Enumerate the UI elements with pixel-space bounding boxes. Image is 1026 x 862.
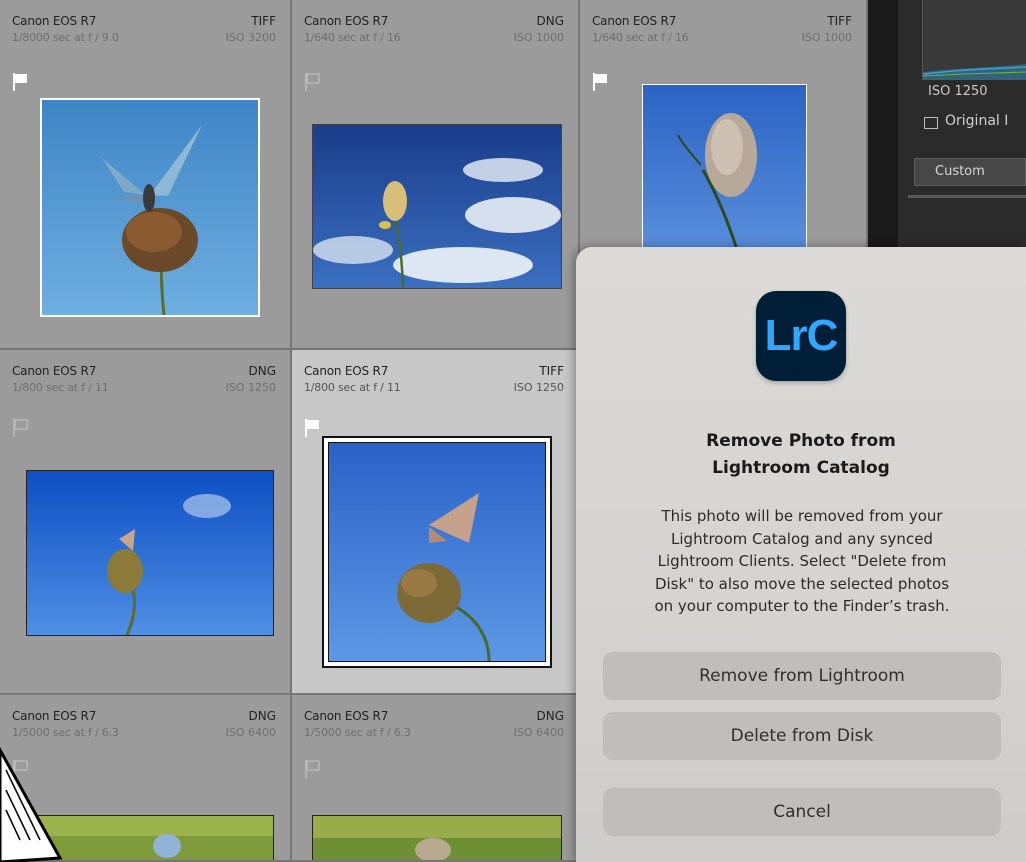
iso-label: ISO 1000	[801, 31, 852, 44]
delete-from-disk-button[interactable]: Delete from Disk	[603, 712, 1001, 760]
original-checkbox[interactable]	[924, 117, 938, 129]
camera-label: Canon EOS R7	[304, 14, 389, 28]
iso-label: ISO 6400	[225, 726, 276, 739]
dialog-message: This photo will be removed from your Lig…	[606, 505, 998, 618]
iso-label: ISO 3200	[225, 31, 276, 44]
exposure-label: 1/5000 sec at f / 6.3	[12, 726, 119, 739]
photo-thumbnail[interactable]	[40, 98, 260, 317]
flag-outline-icon[interactable]	[304, 72, 322, 92]
photo-thumbnail[interactable]	[322, 436, 552, 668]
dialog-message-line: This photo will be removed from your	[661, 507, 943, 525]
iso-label: ISO 1250	[513, 381, 564, 394]
dialog-message-line: Lightroom Clients. Select "Delete from	[657, 552, 947, 570]
exposure-label: 1/800 sec at f / 11	[12, 381, 109, 394]
flag-white-icon[interactable]	[12, 72, 30, 92]
flag-white-icon[interactable]	[592, 72, 610, 92]
cancel-button[interactable]: Cancel	[603, 788, 1001, 836]
grid-cell[interactable]: Canon EOS R7 DNG 1/640 sec at f / 16 ISO…	[292, 0, 580, 350]
remove-from-lightroom-button[interactable]: Remove from Lightroom	[603, 652, 1001, 700]
exposure-label: 1/800 sec at f / 11	[304, 381, 401, 394]
iso-label: ISO 1250	[225, 381, 276, 394]
dialog-message-line: Disk" to also move the selected photos	[654, 574, 950, 593]
iso-label: ISO 6400	[513, 726, 564, 739]
original-label: Original I	[945, 113, 1009, 129]
format-label: TIFF	[827, 14, 852, 28]
format-label: TIFF	[539, 364, 564, 378]
camera-label: Canon EOS R7	[12, 364, 97, 378]
iso-label: ISO 1000	[513, 31, 564, 44]
grid-cell[interactable]: Canon EOS R7 DNG 1/5000 sec at f / 6.3 I…	[292, 695, 580, 862]
camera-label: Canon EOS R7	[12, 14, 97, 28]
photo-thumbnail[interactable]	[312, 124, 562, 289]
histogram-iso-readout: ISO 1250	[928, 84, 988, 99]
exposure-label: 1/5000 sec at f / 6.3	[304, 726, 411, 739]
dialog-title-line: Remove Photo from	[706, 431, 896, 451]
format-label: DNG	[248, 709, 276, 723]
dialog-title-line: Lightroom Catalog	[712, 458, 890, 478]
exposure-label: 1/8000 sec at f / 9.0	[12, 31, 119, 44]
camera-label: Canon EOS R7	[304, 709, 389, 723]
dialog-title: Remove Photo from Lightroom Catalog	[576, 428, 1026, 482]
photo-thumbnail[interactable]	[26, 470, 274, 636]
profile-select[interactable]: Custom	[914, 158, 1026, 186]
mouse-pointer-icon	[0, 746, 63, 862]
camera-label: Canon EOS R7	[592, 14, 677, 28]
photo-thumbnail[interactable]	[312, 815, 562, 860]
exposure-label: 1/640 sec at f / 16	[592, 31, 689, 44]
format-label: DNG	[536, 709, 564, 723]
format-label: DNG	[536, 14, 564, 28]
app-icon-text: LrC	[764, 311, 839, 360]
camera-label: Canon EOS R7	[304, 364, 389, 378]
camera-label: Canon EOS R7	[12, 709, 97, 723]
flag-outline-icon[interactable]	[304, 759, 322, 779]
grid-cell-selected[interactable]: Canon EOS R7 TIFF 1/800 sec at f / 11 IS…	[292, 350, 580, 695]
format-label: TIFF	[251, 14, 276, 28]
grid-cell[interactable]: Canon EOS R7 DNG 1/800 sec at f / 11 ISO…	[0, 350, 292, 695]
dialog-message-line: Lightroom Catalog and any synced	[671, 529, 933, 548]
flag-white-icon[interactable]	[304, 418, 322, 438]
format-label: DNG	[248, 364, 276, 378]
slider-track[interactable]	[908, 195, 1026, 198]
lightroom-classic-app-icon: LrC	[756, 291, 846, 381]
flag-outline-icon[interactable]	[12, 418, 30, 438]
histogram	[922, 0, 1026, 80]
dialog-message-line: on your computer to the Finder’s trash.	[654, 597, 950, 615]
profile-value: Custom	[935, 164, 985, 179]
remove-photo-dialog: LrC Remove Photo from Lightroom Catalog …	[576, 247, 1026, 862]
photo-thumbnail[interactable]	[642, 84, 807, 254]
grid-cell[interactable]: Canon EOS R7 TIFF 1/8000 sec at f / 9.0 …	[0, 0, 292, 350]
exposure-label: 1/640 sec at f / 16	[304, 31, 401, 44]
